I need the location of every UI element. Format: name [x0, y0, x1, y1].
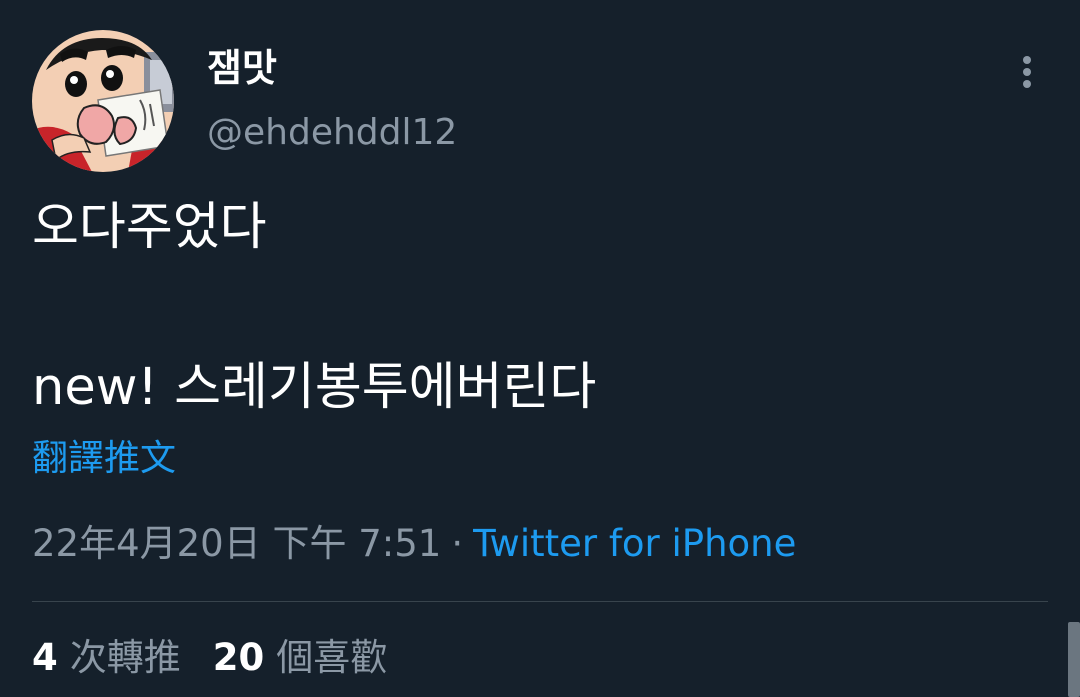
- like-count: 20: [212, 636, 265, 679]
- engagement-stats: 4 次轉推 20 個喜歡: [32, 632, 387, 684]
- meta-separator: ·: [451, 522, 464, 565]
- tweet-text: 오다주었다 new! 스레기봉투에버린다: [32, 198, 597, 417]
- tweet-detail: 잼맛 @ehdehddl12 오다주었다 new! 스레기봉투에버린다 翻譯推文…: [0, 0, 1080, 697]
- divider: [32, 601, 1048, 602]
- tweet-source-link[interactable]: Twitter for iPhone: [473, 522, 796, 565]
- display-name[interactable]: 잼맛: [207, 44, 277, 92]
- retweet-count: 4: [32, 636, 58, 679]
- more-options-button[interactable]: [1006, 52, 1048, 94]
- more-vertical-icon: [1023, 56, 1031, 88]
- tweet-timestamp[interactable]: 22年4月20日 下午 7:51: [32, 522, 441, 565]
- avatar[interactable]: [32, 30, 174, 172]
- user-handle[interactable]: @ehdehddl12: [207, 110, 457, 156]
- retweet-count-link[interactable]: 4 次轉推: [32, 632, 181, 684]
- tweet-metadata: 22年4月20日 下午 7:51 · Twitter for iPhone: [32, 518, 796, 570]
- translate-tweet-link[interactable]: 翻譯推文: [32, 434, 176, 484]
- like-count-link[interactable]: 20 個喜歡: [213, 632, 388, 684]
- cartoon-boy-avatar-icon: [32, 30, 174, 172]
- scrollbar[interactable]: [1068, 622, 1080, 697]
- like-label: 個喜歡: [276, 636, 388, 679]
- retweet-label: 次轉推: [69, 636, 181, 679]
